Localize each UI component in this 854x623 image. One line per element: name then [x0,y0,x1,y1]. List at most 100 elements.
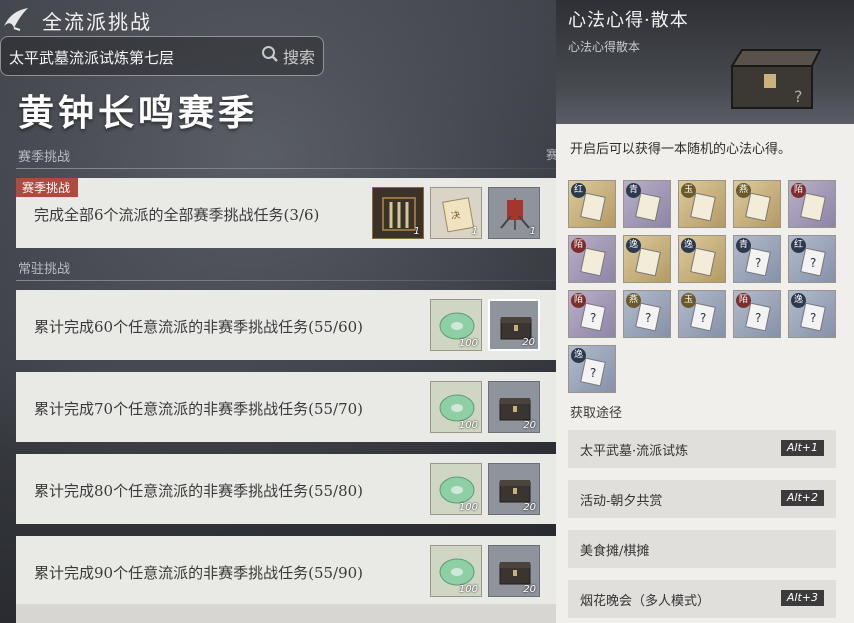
hotkey-badge: Alt+3 [780,590,824,606]
book-item[interactable]: 陌 [788,180,836,228]
challenge-text: 累计完成90个任意流派的非赛季挑战任务(55/90) [34,564,364,582]
item-subtitle: 心法心得散本 [568,40,641,54]
unknown-book-icon: ? [800,303,826,331]
book-icon [580,193,606,221]
item-description: 开启后可以获得一本随机的心法心得。 [570,142,792,157]
reward-chest[interactable]: 20 [488,545,540,597]
search-button[interactable]: 搜索 [261,45,315,67]
acquire-name: 美食摊/棋摊 [580,544,650,559]
book-item[interactable]: 陌 [568,235,616,283]
book-item[interactable]: 逸 ? [788,290,836,338]
hotkey-badge: Alt+2 [780,490,824,506]
svg-text:?: ? [590,366,596,380]
reward-count: 100 [458,338,478,349]
book-icon [690,248,716,276]
acquire-row[interactable]: 太平武墓·流派试炼 Alt+1 [568,430,836,468]
book-icon [580,248,606,276]
reward-chest[interactable]: 20 [488,299,540,351]
book-icon [690,193,716,221]
reward-jade[interactable]: 100 [430,545,482,597]
season-title: 黄钟长鸣赛季 [18,92,259,134]
acquire-name: 活动-朝夕共赏 [580,494,663,509]
unknown-book-icon: ? [745,248,771,276]
unknown-book-icon: ? [690,303,716,331]
bird-back-icon[interactable] [2,6,30,32]
book-item[interactable]: 陌 ? [733,290,781,338]
season-challenge-tag: 赛季挑战 [16,178,79,197]
unknown-book-icon: ? [635,303,661,331]
regular-challenge-card[interactable]: 累计完成80个任意流派的非赛季挑战任务(55/80) 100 20 [16,454,556,524]
reward-count: 20 [523,420,536,431]
book-icon [635,248,661,276]
reward-count: 100 [458,502,478,513]
book-item[interactable]: 逸 [678,235,726,283]
reward-count: 1 [529,226,536,237]
reward-count: 1 [471,226,478,237]
svg-text:?: ? [755,256,761,270]
reward-chest[interactable]: 20 [488,463,540,515]
search-value: 太平武墓流派试炼第七层 [9,49,175,67]
book-item[interactable]: 红 [568,180,616,228]
reward-jade[interactable]: 100 [430,463,482,515]
item-detail-panel: 心法心得·散本 心法心得散本 ? 开启后可以获得一本随机的心法心得。 红 青 玉… [556,0,854,623]
section-divider [16,168,556,169]
reward-chest[interactable]: 20 [488,381,540,433]
svg-text:?: ? [755,311,761,325]
book-item[interactable]: 玉 [678,180,726,228]
season-challenge-card[interactable]: 赛季挑战 完成全部6个流派的全部赛季挑战任务(3/6) 1 决 1 1 [16,178,556,248]
panel-header: 心法心得·散本 心法心得散本 ? [556,0,854,124]
unknown-book-icon: ? [745,303,771,331]
regular-challenge-card[interactable]: 累计完成70个任意流派的非赛季挑战任务(55/70) 100 20 [16,372,556,442]
reward-weapons[interactable]: 1 [372,187,424,239]
svg-text:?: ? [645,311,651,325]
next-card-edge [16,604,556,623]
section-divider [16,280,556,281]
search-input[interactable]: 太平武墓流派试炼第七层 搜索 [0,36,324,76]
unknown-book-icon: ? [800,248,826,276]
acquire-label: 获取途径 [570,406,623,421]
acquire-row[interactable]: 活动-朝夕共赏 Alt+2 [568,480,836,518]
reward-banner[interactable]: 1 [488,187,540,239]
book-item[interactable]: 燕 [733,180,781,228]
chest-icon: ? [730,49,822,109]
search-icon [261,45,279,67]
book-item[interactable]: 青 ? [733,235,781,283]
challenge-text: 累计完成70个任意流派的非赛季挑战任务(55/70) [34,400,364,418]
reward-jade[interactable]: 100 [430,299,482,351]
book-item[interactable]: 陌 ? [568,290,616,338]
book-item[interactable]: 燕 ? [623,290,671,338]
book-icon [800,193,826,221]
acquire-name: 太平武墓·流派试炼 [580,444,689,459]
challenge-text: 累计完成60个任意流派的非赛季挑战任务(55/60) [34,318,364,336]
book-item[interactable]: 红 ? [788,235,836,283]
svg-text:?: ? [794,87,803,106]
book-icon [745,193,771,221]
reward-scroll[interactable]: 决 1 [430,187,482,239]
challenge-text: 累计完成80个任意流派的非赛季挑战任务(55/80) [34,482,364,500]
reward-count: 100 [458,420,478,431]
book-item[interactable]: 青 [623,180,671,228]
regular-challenge-card[interactable]: 累计完成90个任意流派的非赛季挑战任务(55/90) 100 20 [16,536,556,606]
book-item[interactable]: 逸 ? [568,345,616,393]
book-item[interactable]: 玉 ? [678,290,726,338]
reward-count: 20 [523,584,536,595]
acquire-row[interactable]: 美食摊/棋摊 [568,530,836,568]
book-icon [635,193,661,221]
acquire-name: 烟花晚会（多人模式） [580,594,711,609]
hotkey-badge: Alt+1 [780,440,824,456]
book-item[interactable]: 逸 [623,235,671,283]
acquire-row[interactable]: 烟花晚会（多人模式） Alt+3 [568,580,836,618]
reward-count: 1 [413,226,420,237]
season-section-label: 赛季挑战 [18,150,71,165]
reward-count: 100 [458,584,478,595]
page-title: 全流派挑战 [42,10,152,34]
reward-jade[interactable]: 100 [430,381,482,433]
svg-text:?: ? [810,256,816,270]
regular-section-label: 常驻挑战 [18,262,71,277]
unknown-book-icon: ? [580,358,606,386]
book-grid: 红 青 玉 燕 陌 陌 逸 逸 青 ? 红 ? 陌 ? 燕 ? 玉 ? 陌 ? … [568,180,848,394]
svg-text:?: ? [700,311,706,325]
regular-challenge-card[interactable]: 累计完成60个任意流派的非赛季挑战任务(55/60) 100 20 [16,290,556,360]
svg-text:?: ? [810,311,816,325]
item-title: 心法心得·散本 [568,10,689,31]
